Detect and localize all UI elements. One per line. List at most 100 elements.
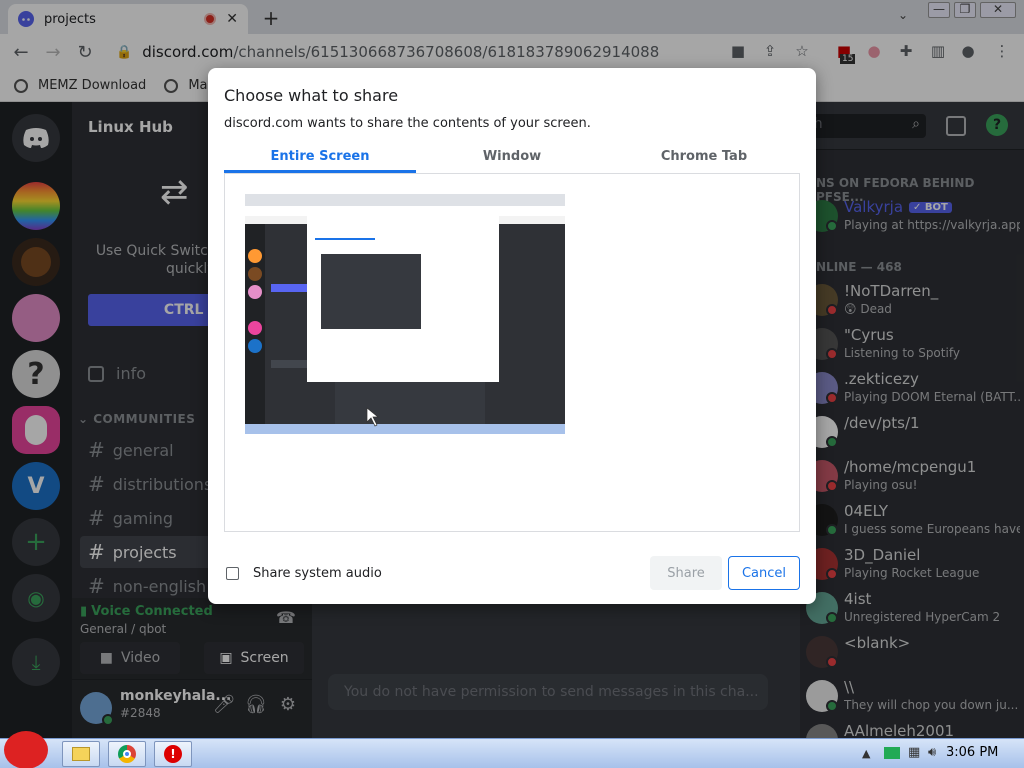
address-bar[interactable]: 🔒 discord.com/channels/61513066873670860…: [110, 38, 820, 66]
voice-location[interactable]: General / qbot: [80, 622, 166, 636]
tray-volume-icon[interactable]: 🔊︎: [928, 745, 936, 760]
member-item[interactable]: 3D_Daniel Playing Rocket League: [800, 542, 1024, 586]
share-audio-option[interactable]: Share system audio: [226, 566, 382, 581]
member-activity: Unregistered HyperCam 2: [844, 610, 1001, 624]
flag-extension-icon[interactable]: ●: [864, 42, 884, 62]
inbox-icon[interactable]: [946, 116, 966, 136]
hash-icon: #: [88, 438, 105, 462]
member-name: /home/mcpengu1: [844, 458, 977, 476]
disconnect-icon[interactable]: ☎: [276, 608, 296, 627]
dnd-status-icon: [826, 656, 838, 668]
browser-tab[interactable]: projects ✕: [8, 4, 248, 34]
mic-icon[interactable]: 🎤︎: [212, 694, 236, 718]
download-apps-icon[interactable]: ⤓: [12, 638, 60, 686]
member-item[interactable]: "Cyrus Listening to Spotify: [800, 322, 1024, 366]
screen-label: Screen: [240, 650, 289, 666]
member-item[interactable]: .zekticezy Playing DOOM Eternal (BATT...: [800, 366, 1024, 410]
tray-network-icon[interactable]: ▦: [908, 745, 920, 760]
member-group-header: NLINE — 468: [816, 260, 902, 274]
member-item[interactable]: Valkyrja ✓ BOT Playing at https://valkyrja…: [800, 194, 1024, 238]
video-label: Video: [121, 650, 161, 666]
message-input[interactable]: You do not have permission to send messa…: [328, 674, 768, 710]
server-icon-shield[interactable]: V: [12, 462, 60, 510]
tab-search-icon[interactable]: ⌄: [898, 8, 908, 22]
hash-icon: #: [88, 506, 105, 530]
tab-entire-screen[interactable]: Entire Screen: [224, 144, 416, 173]
header-toolbar: ch⌕ ?: [800, 102, 1024, 150]
member-activity: They will chop you down ju...: [844, 698, 1019, 712]
user-tag: #2848: [120, 706, 161, 720]
dialog-tabs: Entire Screen Window Chrome Tab: [224, 144, 800, 174]
restore-button[interactable]: ❐: [954, 2, 976, 18]
member-name-text: Valkyrja: [844, 198, 904, 216]
headphones-icon[interactable]: 🎧︎: [244, 694, 268, 718]
audio-checkbox[interactable]: [226, 567, 239, 580]
screen-thumbnail[interactable]: [245, 194, 565, 434]
switch-arrows-icon: ⇄: [160, 172, 189, 212]
cancel-button[interactable]: Cancel: [728, 556, 800, 590]
member-item[interactable]: AAlmeleh2001: [800, 718, 1024, 738]
start-button-icon[interactable]: [4, 731, 48, 768]
channel-info[interactable]: info: [88, 364, 146, 383]
share-button[interactable]: Share: [650, 556, 722, 590]
server-icon-bear[interactable]: [12, 238, 60, 286]
server-icon-rainbow[interactable]: [12, 182, 60, 230]
channel-label: general: [112, 440, 174, 460]
tray-arrow-icon[interactable]: ▲: [862, 747, 870, 760]
member-item[interactable]: 4ist Unregistered HyperCam 2: [800, 586, 1024, 630]
server-icon-question[interactable]: ?: [12, 350, 60, 398]
taskbar-clock[interactable]: 3:06 PM: [946, 745, 998, 760]
bookmark-star-icon[interactable]: ☆: [792, 42, 812, 62]
screen-share-button[interactable]: ▣ Screen: [204, 642, 304, 674]
member-item[interactable]: /dev/pts/1: [800, 410, 1024, 454]
new-tab-button[interactable]: +: [260, 6, 282, 30]
member-item[interactable]: !NoTDarren_ 😲 Dead: [800, 278, 1024, 322]
bookmark-item[interactable]: MEMZ Download: [14, 78, 146, 93]
channel-label: projects: [112, 542, 177, 562]
dnd-status-icon: [826, 348, 838, 360]
voice-panel: ▮ Voice Connected General / qbot ☎ ■ Video…: [72, 598, 312, 680]
member-item[interactable]: \\ They will chop you down ju...: [800, 674, 1024, 718]
puzzle-icon[interactable]: ✚: [896, 42, 916, 62]
add-server-icon[interactable]: +: [12, 518, 60, 566]
menu-icon[interactable]: ⋮: [992, 42, 1012, 62]
close-window-button[interactable]: ✕: [980, 2, 1016, 18]
search-input[interactable]: ch⌕: [800, 114, 926, 138]
member-item[interactable]: <blank>: [800, 630, 1024, 674]
taskbar-explorer-icon[interactable]: [62, 741, 100, 767]
settings-gear-icon[interactable]: ⚙: [276, 694, 300, 718]
member-item[interactable]: /home/mcpengu1 Playing osu!: [800, 454, 1024, 498]
tray-battery-icon[interactable]: [884, 747, 900, 759]
member-name: Valkyrja ✓ BOT: [844, 198, 952, 216]
server-icon-dog[interactable]: [12, 294, 60, 342]
screen-thumbnail-image: [245, 194, 565, 434]
url-path: /channels/615130668736708608/61818378906…: [233, 43, 660, 61]
channel-label: distributions: [112, 474, 213, 494]
forward-button[interactable]: →: [42, 42, 64, 63]
video-button[interactable]: ■ Video: [80, 642, 180, 674]
server-name[interactable]: Linux Hub: [88, 118, 173, 136]
help-icon[interactable]: ?: [986, 114, 1008, 136]
profile-icon[interactable]: ●: [958, 42, 978, 62]
user-panel: monkeyhala... #2848 🎤︎ 🎧︎ ⚙: [72, 680, 312, 738]
share-page-icon[interactable]: ⇪: [760, 42, 780, 62]
category-communities[interactable]: ⌄ COMMUNITIES: [78, 412, 195, 426]
reload-button[interactable]: ↻: [74, 42, 96, 63]
tab-window[interactable]: Window: [416, 144, 608, 173]
back-button[interactable]: ←: [10, 42, 32, 63]
side-panel-icon[interactable]: ▥: [928, 42, 948, 62]
explore-servers-icon[interactable]: ◉: [12, 574, 60, 622]
close-tab-icon[interactable]: ✕: [226, 11, 238, 27]
member-item[interactable]: 04ELY I guess some Europeans have ...: [800, 498, 1024, 542]
minimize-button[interactable]: —: [928, 2, 950, 18]
camera-icon[interactable]: ■: [728, 42, 748, 62]
extension-badge: 15: [840, 54, 856, 64]
server-icon-linux-hub[interactable]: [12, 406, 60, 454]
taskbar-app-icon[interactable]: !: [154, 741, 192, 767]
tab-title: projects: [44, 11, 96, 27]
home-button[interactable]: [12, 114, 60, 162]
avatar: [806, 724, 838, 738]
taskbar-chrome-icon[interactable]: [108, 741, 146, 767]
member-activity: Playing osu!: [844, 478, 918, 492]
tab-chrome-tab[interactable]: Chrome Tab: [608, 144, 800, 173]
